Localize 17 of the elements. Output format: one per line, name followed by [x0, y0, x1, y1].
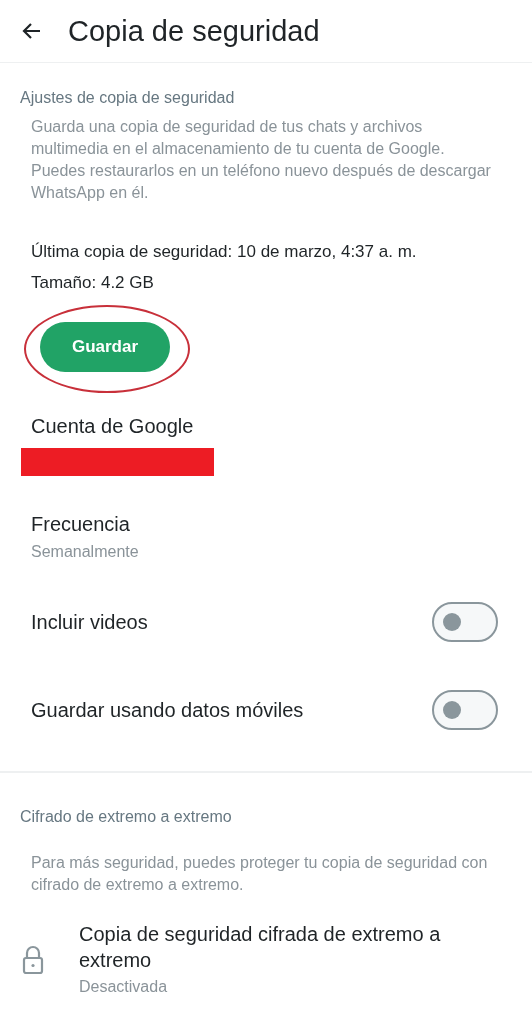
switch-toggle[interactable]: [432, 690, 498, 730]
lock-icon: [22, 944, 44, 975]
section-heading: Cifrado de extremo a extremo: [19, 807, 233, 827]
setting-title[interactable]: Cuenta de Google: [0, 414, 532, 438]
setting-value: Semanalmente: [30, 542, 140, 562]
size-text: Tamaño: 4.2 GB: [30, 272, 155, 294]
setting-title[interactable]: Frecuencia: [0, 512, 532, 536]
description-text: Guarda una copia de seguridad de tus chats y archivos multimedia en el almacenamiento de tu cuenta de Google. Puedes restaurarlos en un teléfono nuevo después de descargar WhatsApp en él.: [31, 117, 492, 203]
setting-status: Desactivada: [79, 977, 169, 997]
screen-title: Copia de seguridad: [68, 14, 320, 48]
section-heading: Ajustes de copia de seguridad: [19, 88, 236, 108]
setting-title[interactable]: Guardar usando datos móviles: [0, 698, 304, 722]
description-text: Para más seguridad, puedes proteger tu copia de seguridad con cifrado de extremo a extremo.: [31, 853, 489, 895]
setting-title[interactable]: Copia de seguridad cifrada de extremo a extremo: [79, 921, 449, 973]
setting-title[interactable]: Incluir videos: [0, 610, 148, 634]
switch-toggle[interactable]: [432, 602, 498, 642]
last-backup-text: Última copia de seguridad: 10 de marzo, 4:37 a. m.: [30, 241, 418, 263]
